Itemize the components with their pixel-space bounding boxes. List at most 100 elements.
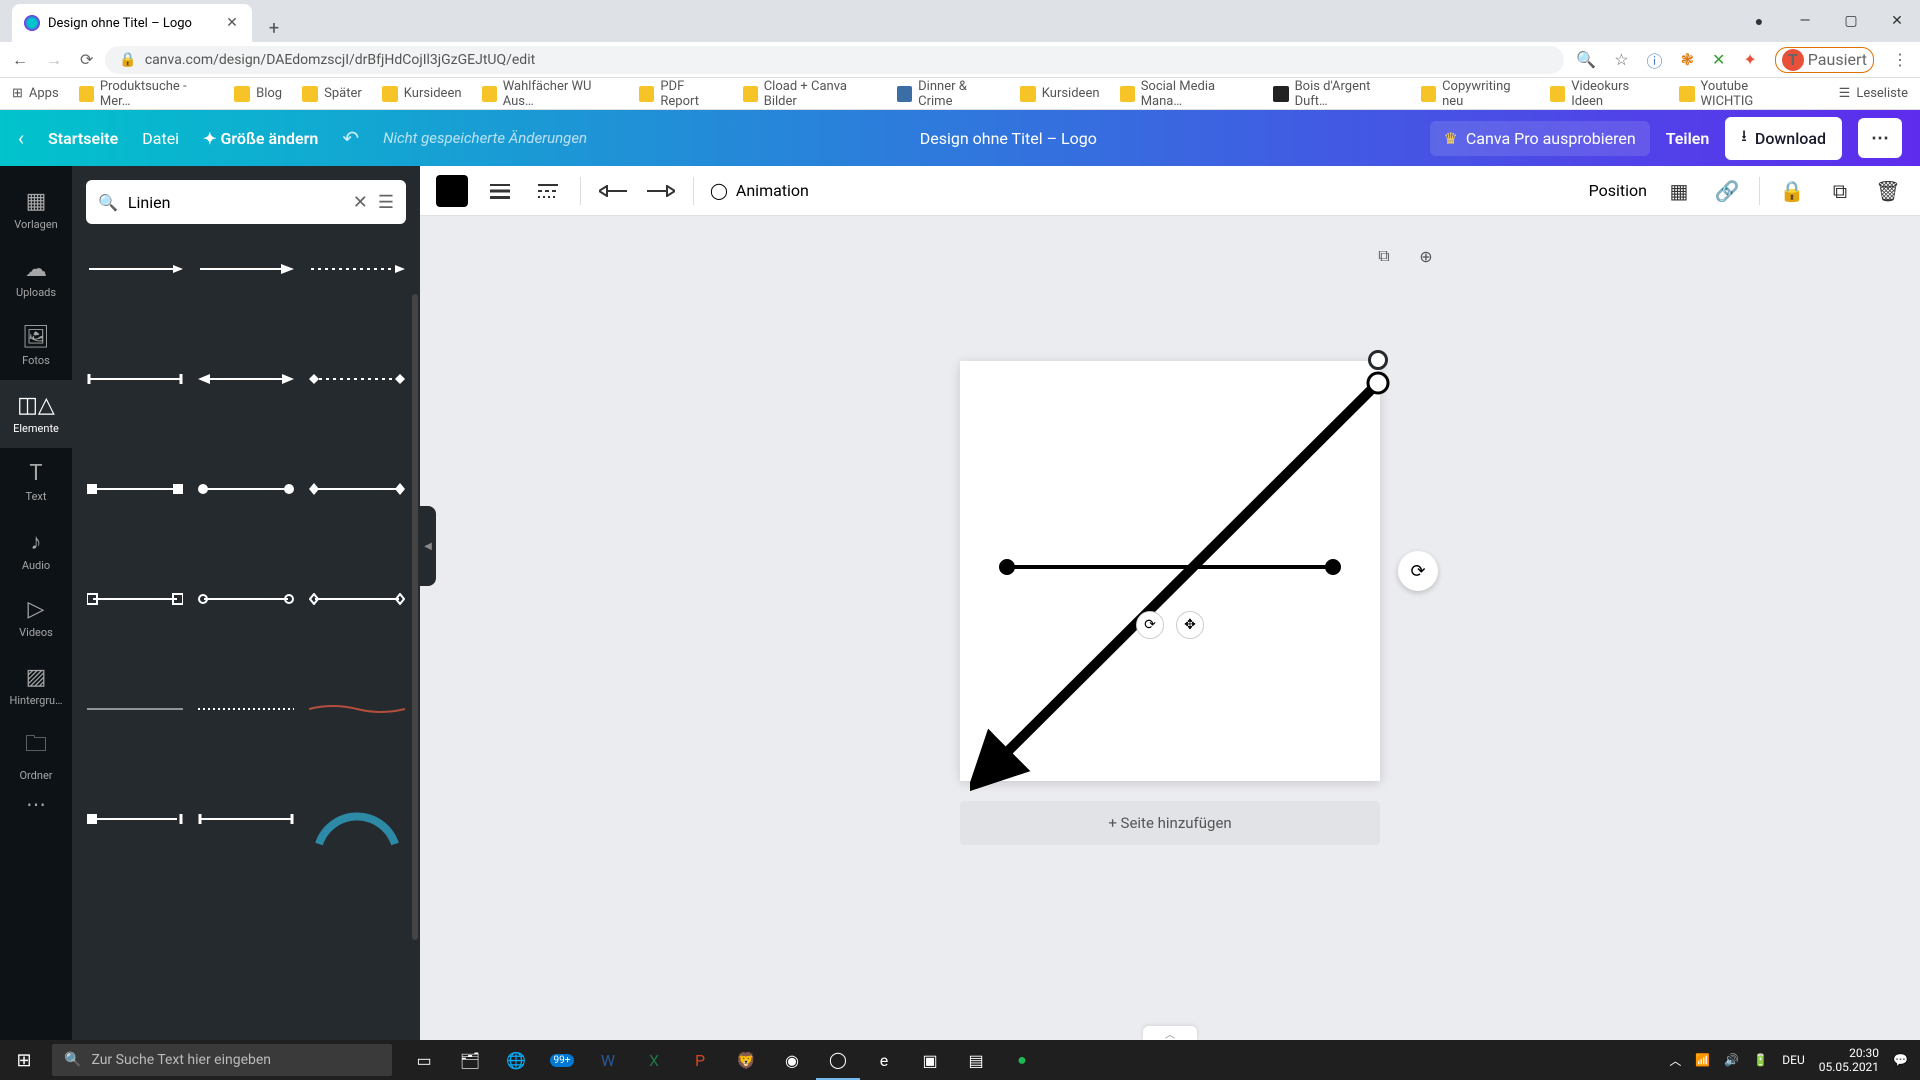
powerpoint-icon[interactable]: P bbox=[678, 1040, 722, 1080]
line-element-diamond-outline-ends[interactable] bbox=[307, 574, 406, 624]
diagonal-arrow-element[interactable] bbox=[970, 371, 1390, 791]
sidebar-item-ordner[interactable]: 🗀Ordner bbox=[0, 720, 72, 788]
bookmark-item[interactable]: Bois d'Argent Duft… bbox=[1273, 79, 1401, 109]
extension-2-icon[interactable]: ❃ bbox=[1681, 50, 1694, 69]
add-page-button[interactable]: + Seite hinzufügen bbox=[960, 801, 1380, 845]
share-button[interactable]: Teilen bbox=[1666, 129, 1710, 148]
notifications-icon[interactable]: 💬 bbox=[1893, 1053, 1908, 1067]
bookmark-item[interactable]: Später bbox=[302, 86, 362, 102]
excel-icon[interactable]: X bbox=[632, 1040, 676, 1080]
pausiert-badge[interactable]: T Pausiert bbox=[1775, 47, 1874, 73]
sidebar-item-hintergrund[interactable]: ▨Hintergru… bbox=[0, 652, 72, 720]
taskview-icon[interactable]: ▭ bbox=[402, 1040, 446, 1080]
search-field[interactable] bbox=[128, 193, 343, 212]
extension-1-icon[interactable]: ⓘ bbox=[1647, 48, 1663, 72]
back-icon[interactable]: ← bbox=[12, 50, 28, 70]
line-element-dotted-arrow[interactable] bbox=[307, 244, 406, 294]
sidebar-item-fotos[interactable]: 🖼Fotos bbox=[0, 312, 72, 380]
rotate-handle-icon[interactable]: ⟳ bbox=[1136, 611, 1164, 639]
minimize-window-icon[interactable]: — bbox=[1782, 0, 1828, 42]
resize-button[interactable]: ✦ Größe ändern bbox=[203, 129, 318, 148]
sidebar-item-text[interactable]: TText bbox=[0, 448, 72, 516]
delete-icon[interactable]: 🗑 bbox=[1872, 175, 1904, 207]
wifi-icon[interactable]: 📶 bbox=[1695, 1053, 1710, 1067]
app-2-icon[interactable]: ▤ bbox=[954, 1040, 998, 1080]
try-pro-button[interactable]: ♛Canva Pro ausprobieren bbox=[1430, 121, 1650, 156]
back-arrow-icon[interactable]: ‹ bbox=[18, 126, 24, 150]
line-element-diamond-ends[interactable] bbox=[307, 464, 406, 514]
collapse-panel-handle[interactable]: ◀ bbox=[420, 506, 436, 586]
sidebar-item-uploads[interactable]: ☁Uploads bbox=[0, 244, 72, 312]
line-element-square-bar[interactable] bbox=[86, 794, 185, 844]
document-title[interactable]: Design ohne Titel – Logo bbox=[611, 129, 1405, 148]
sidebar-item-videos[interactable]: ▷Videos bbox=[0, 584, 72, 652]
line-element-diamond-dotted[interactable] bbox=[307, 354, 406, 404]
design-canvas[interactable]: ⟳ ✥ ⟳ bbox=[960, 361, 1380, 781]
spotify-icon[interactable]: ● bbox=[1000, 1040, 1044, 1080]
line-element-bar-ends[interactable] bbox=[197, 794, 296, 844]
language-indicator[interactable]: DEU bbox=[1782, 1053, 1804, 1067]
transparency-icon[interactable]: ▦ bbox=[1663, 175, 1695, 207]
bookmark-item[interactable]: PDF Report bbox=[639, 79, 722, 109]
app-1-icon[interactable]: ▣ bbox=[908, 1040, 952, 1080]
explorer-icon[interactable]: 🗂 bbox=[448, 1040, 492, 1080]
line-element-square-ends[interactable] bbox=[86, 464, 185, 514]
line-element-thin[interactable] bbox=[86, 684, 185, 734]
bookmark-item[interactable]: Cload + Canva Bilder bbox=[743, 79, 877, 109]
file-menu[interactable]: Datei bbox=[142, 129, 179, 148]
line-element-fine-dotted[interactable] bbox=[197, 684, 296, 734]
bookmark-item[interactable]: Youtube WICHTIG bbox=[1679, 79, 1798, 109]
sidebar-item-vorlagen[interactable]: ▦Vorlagen bbox=[0, 176, 72, 244]
bookmark-item[interactable]: Blog bbox=[234, 86, 282, 102]
link-icon[interactable]: 🔗 bbox=[1711, 175, 1743, 207]
lock-icon[interactable]: 🔒 bbox=[1776, 175, 1808, 207]
copy-icon[interactable]: ⧉ bbox=[1824, 175, 1856, 207]
line-element-square-outline-ends[interactable] bbox=[86, 574, 185, 624]
browser-tab[interactable]: Design ohne Titel – Logo ✕ bbox=[12, 4, 252, 42]
taskbar-clock[interactable]: 20:30 05.05.2021 bbox=[1819, 1046, 1879, 1075]
animation-button[interactable]: ◯Animation bbox=[710, 181, 809, 200]
mail-badge-icon[interactable]: 99+ bbox=[540, 1040, 584, 1080]
volume-icon[interactable]: 🔊 bbox=[1724, 1053, 1739, 1067]
regenerate-icon[interactable]: ⟳ bbox=[1398, 551, 1438, 591]
line-end-icon[interactable] bbox=[645, 175, 677, 207]
bookmark-item[interactable]: Dinner & Crime bbox=[897, 79, 1000, 109]
forward-icon[interactable]: → bbox=[46, 50, 62, 70]
search-input[interactable]: 🔍 ✕ ☰ bbox=[86, 180, 406, 224]
edge-pinned-icon[interactable]: 🌐 bbox=[494, 1040, 538, 1080]
panel-scrollbar[interactable] bbox=[412, 294, 418, 940]
shape-element-arc[interactable] bbox=[307, 794, 406, 844]
line-element-bar-ends[interactable] bbox=[86, 354, 185, 404]
bookmark-star-icon[interactable]: ☆ bbox=[1614, 50, 1628, 69]
word-icon[interactable]: W bbox=[586, 1040, 630, 1080]
home-link[interactable]: Startseite bbox=[48, 129, 118, 148]
bookmark-item[interactable]: Kursideen bbox=[1020, 86, 1100, 102]
edge-icon[interactable]: e bbox=[862, 1040, 906, 1080]
puzzle-icon[interactable]: ✦ bbox=[1743, 50, 1756, 69]
line-element-arrow[interactable] bbox=[86, 244, 185, 294]
bookmark-item[interactable]: Social Media Mana… bbox=[1120, 79, 1254, 109]
undo-icon[interactable]: ↶ bbox=[342, 126, 359, 150]
close-tab-icon[interactable]: ✕ bbox=[224, 15, 240, 31]
bookmark-item[interactable]: Videokurs Ideen bbox=[1550, 79, 1659, 109]
reading-list-button[interactable]: ☰Leseliste bbox=[1839, 86, 1908, 101]
line-start-icon[interactable] bbox=[597, 175, 629, 207]
filter-icon[interactable]: ☰ bbox=[378, 192, 394, 213]
brave-icon[interactable]: 🦁 bbox=[724, 1040, 768, 1080]
bookmark-item[interactable]: Kursideen bbox=[382, 86, 462, 102]
line-element-circle-ends[interactable] bbox=[197, 464, 296, 514]
download-button[interactable]: ⭳Download bbox=[1725, 117, 1842, 160]
selection-handle[interactable] bbox=[1368, 350, 1388, 370]
extension-3-icon[interactable]: ✕ bbox=[1712, 50, 1725, 69]
power-icon[interactable]: 🔋 bbox=[1753, 1053, 1768, 1067]
color-picker-button[interactable] bbox=[436, 175, 468, 207]
add-page-icon[interactable]: ⊕ bbox=[1412, 242, 1440, 270]
tray-chevron-icon[interactable]: ︿ bbox=[1669, 1052, 1681, 1069]
move-handle-icon[interactable]: ✥ bbox=[1176, 611, 1204, 639]
reload-icon[interactable]: ⟳ bbox=[80, 50, 93, 69]
url-input[interactable]: 🔒 canva.com/design/DAEdomzscjI/drBfjHdCo… bbox=[105, 46, 1564, 74]
bookmark-item[interactable]: Wahlfächer WU Aus… bbox=[482, 79, 620, 109]
position-button[interactable]: Position bbox=[1589, 181, 1647, 200]
more-menu-button[interactable]: ⋯ bbox=[1858, 118, 1902, 158]
line-weight-icon[interactable] bbox=[484, 175, 516, 207]
